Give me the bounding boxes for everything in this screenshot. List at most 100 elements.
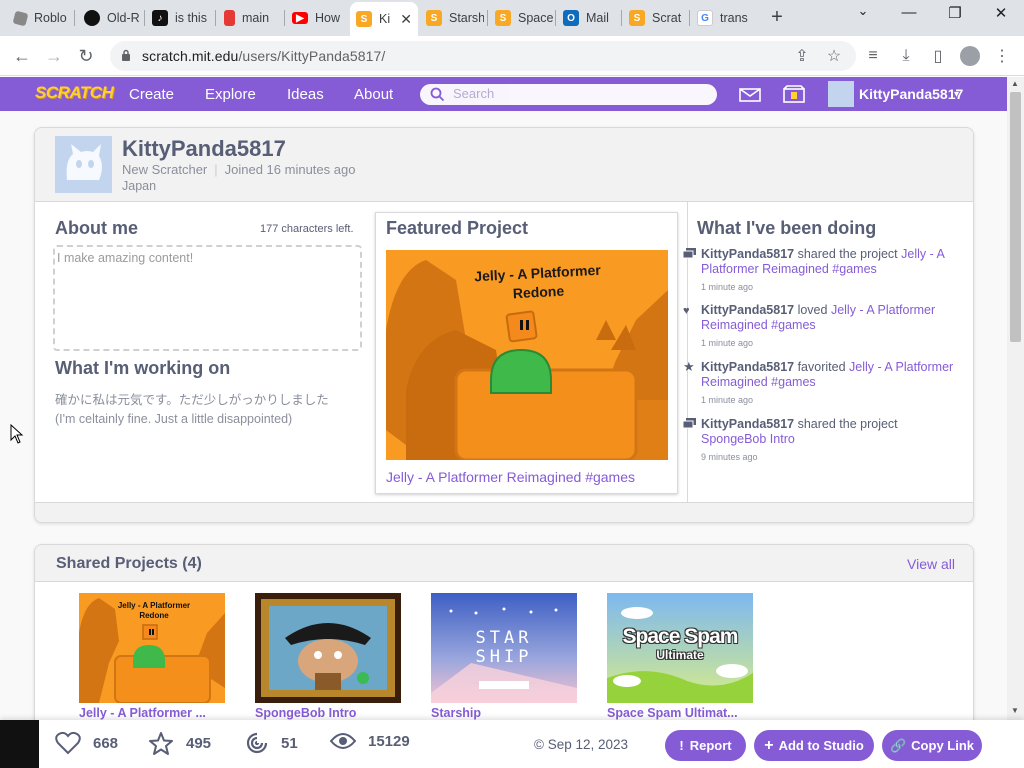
my-stuff-icon[interactable]: [783, 85, 805, 103]
tab-github[interactable]: Old-R: [78, 4, 140, 32]
tab-search-icon[interactable]: ⌄: [848, 3, 878, 19]
project-thumbnail[interactable]: STAR SHIP: [431, 593, 577, 703]
search-icon: [430, 87, 445, 102]
cat-icon: [66, 143, 102, 180]
nav-ideas[interactable]: Ideas: [287, 86, 324, 103]
about-heading: About me: [55, 218, 138, 238]
project-thumbnail[interactable]: Jelly - A Platformer Redone: [79, 593, 225, 703]
favorites-stat[interactable]: 495: [148, 731, 211, 756]
side-panel-icon[interactable]: ▯: [926, 44, 950, 68]
views-stat: 15129: [330, 731, 410, 751]
reading-list-icon[interactable]: ≡: [861, 44, 885, 68]
reload-icon[interactable]: ↻: [74, 44, 98, 68]
project-title[interactable]: Jelly - A Platformer ...: [79, 706, 206, 720]
tab-space[interactable]: S Space: [489, 4, 553, 32]
share-icon: [683, 248, 696, 259]
messages-icon[interactable]: [739, 88, 761, 102]
report-button[interactable]: ! Report: [665, 730, 746, 761]
tab-mail[interactable]: O Mail: [557, 4, 619, 32]
about-textarea[interactable]: I make amazing content!: [53, 245, 362, 351]
tiktok-icon: ♪: [152, 10, 168, 26]
activity-item: KittyPanda5817 shared the project Sponge…: [683, 417, 966, 465]
profile-meta: New Scratcher | Joined 16 minutes ago: [122, 162, 356, 177]
tab-starship[interactable]: S Starsh: [420, 4, 484, 32]
heart-icon: [55, 731, 81, 755]
search-input[interactable]: Search: [420, 84, 717, 105]
address-bar[interactable]: scratch.mit.edu/users/KittyPanda5817/ ⇪ …: [110, 41, 856, 71]
project-stats-bar: 668 495 51 15129 © Sep 12, 2023 ! Report …: [0, 720, 1024, 768]
scroll-up-icon[interactable]: ▲: [1011, 79, 1019, 88]
forward-icon[interactable]: →: [42, 44, 66, 68]
project-thumbnail[interactable]: Space Spam Ultimate: [607, 593, 753, 703]
close-tab-icon[interactable]: ✕: [392, 11, 412, 28]
copy-link-button[interactable]: 🔗 Copy Link: [882, 730, 982, 761]
maximize-icon[interactable]: ❐: [940, 4, 970, 22]
shared-heading: Shared Projects (4): [56, 555, 202, 572]
download-icon[interactable]: ⤓: [894, 44, 918, 68]
chevron-down-icon[interactable]: ▾: [954, 89, 959, 100]
tab-scratch[interactable]: S Scrat: [623, 4, 687, 32]
profile-icon[interactable]: [958, 44, 982, 68]
tab-tiktok[interactable]: ♪ is this: [146, 4, 212, 32]
mouse-cursor-icon: [10, 424, 24, 444]
roblox-icon: [12, 10, 29, 26]
scrollbar-thumb[interactable]: [1010, 92, 1021, 342]
tab-main[interactable]: main: [218, 4, 280, 32]
black-overlay: [0, 720, 39, 768]
profile-header: KittyPanda5817 New Scratcher | Joined 16 m…: [35, 128, 973, 202]
activity-link[interactable]: SpongeBob Intro: [701, 432, 795, 446]
new-tab-icon[interactable]: +: [766, 6, 788, 29]
scroll-down-icon[interactable]: ▼: [1011, 706, 1019, 715]
share-icon: [683, 418, 696, 429]
activity-heading: What I've been doing: [697, 218, 877, 238]
working-on-heading: What I'm working on: [55, 358, 231, 378]
tab-youtube[interactable]: ▶ How: [286, 4, 348, 32]
project-date: © Sep 12, 2023: [534, 737, 629, 752]
project-title[interactable]: Space Spam Ultimat...: [607, 706, 738, 720]
close-window-icon[interactable]: ✕: [986, 4, 1016, 22]
bookmark-icon: [224, 10, 235, 26]
shared-projects: Shared Projects (4) View all Jelly - A P…: [34, 544, 974, 720]
page-scrollbar[interactable]: ▲ ▼: [1007, 77, 1024, 720]
profile-username: KittyPanda5817: [122, 136, 286, 161]
view-all-link[interactable]: View all: [907, 556, 955, 572]
column-divider: [687, 202, 688, 502]
shared-header: Shared Projects (4) View all: [35, 545, 973, 582]
scratch-icon: S: [426, 10, 442, 26]
nav-username[interactable]: KittyPanda5817: [859, 86, 963, 102]
tab-roblox[interactable]: Roblo: [8, 4, 70, 32]
google-icon: G: [697, 10, 713, 26]
featured-thumbnail[interactable]: Jelly - A Platformer Redone: [386, 250, 668, 460]
nav-create[interactable]: Create: [129, 86, 174, 103]
project-thumbnail[interactable]: [255, 593, 401, 703]
profile-country: Japan: [122, 179, 157, 193]
profile-card: KittyPanda5817 New Scratcher | Joined 16 m…: [34, 127, 974, 523]
featured-project-link[interactable]: Jelly - A Platformer Reimagined #games: [386, 469, 635, 485]
bookmark-star-icon[interactable]: ☆: [822, 44, 846, 68]
eye-icon: [330, 733, 356, 749]
github-icon: [84, 10, 100, 26]
project-title[interactable]: SpongeBob Intro: [255, 706, 356, 720]
share-page-icon[interactable]: ⇪: [790, 44, 814, 68]
plus-icon: +: [764, 736, 774, 754]
loves-stat[interactable]: 668: [55, 731, 118, 755]
add-to-studio-button[interactable]: + Add to Studio: [754, 730, 874, 761]
remix-icon: [246, 732, 268, 754]
scratch-logo[interactable]: SCRATCH: [35, 83, 114, 105]
nav-explore[interactable]: Explore: [205, 86, 256, 103]
nav-about[interactable]: About: [354, 86, 393, 103]
minimize-icon[interactable]: —: [894, 4, 924, 21]
back-icon[interactable]: ←: [10, 44, 34, 68]
user-avatar[interactable]: [828, 81, 854, 107]
activity-item: ★ KittyPanda5817 favorited Jelly - A Pla…: [683, 359, 954, 405]
browser-menu-icon[interactable]: ⋮: [990, 44, 1014, 68]
spacespam-thumb-title: Space Spam Ultimate: [622, 625, 739, 662]
tab-kittypanda-active[interactable]: S Ki ✕: [350, 2, 418, 36]
project-title[interactable]: Starship: [431, 706, 481, 720]
chars-left: 177 characters left.: [260, 223, 354, 235]
star-icon: ★: [683, 359, 695, 374]
tab-translate[interactable]: Gtrans: [691, 4, 755, 32]
star-icon: [149, 732, 173, 755]
featured-project: Featured Project Jelly - A Platformer Red…: [375, 212, 678, 494]
profile-avatar: [55, 136, 112, 193]
